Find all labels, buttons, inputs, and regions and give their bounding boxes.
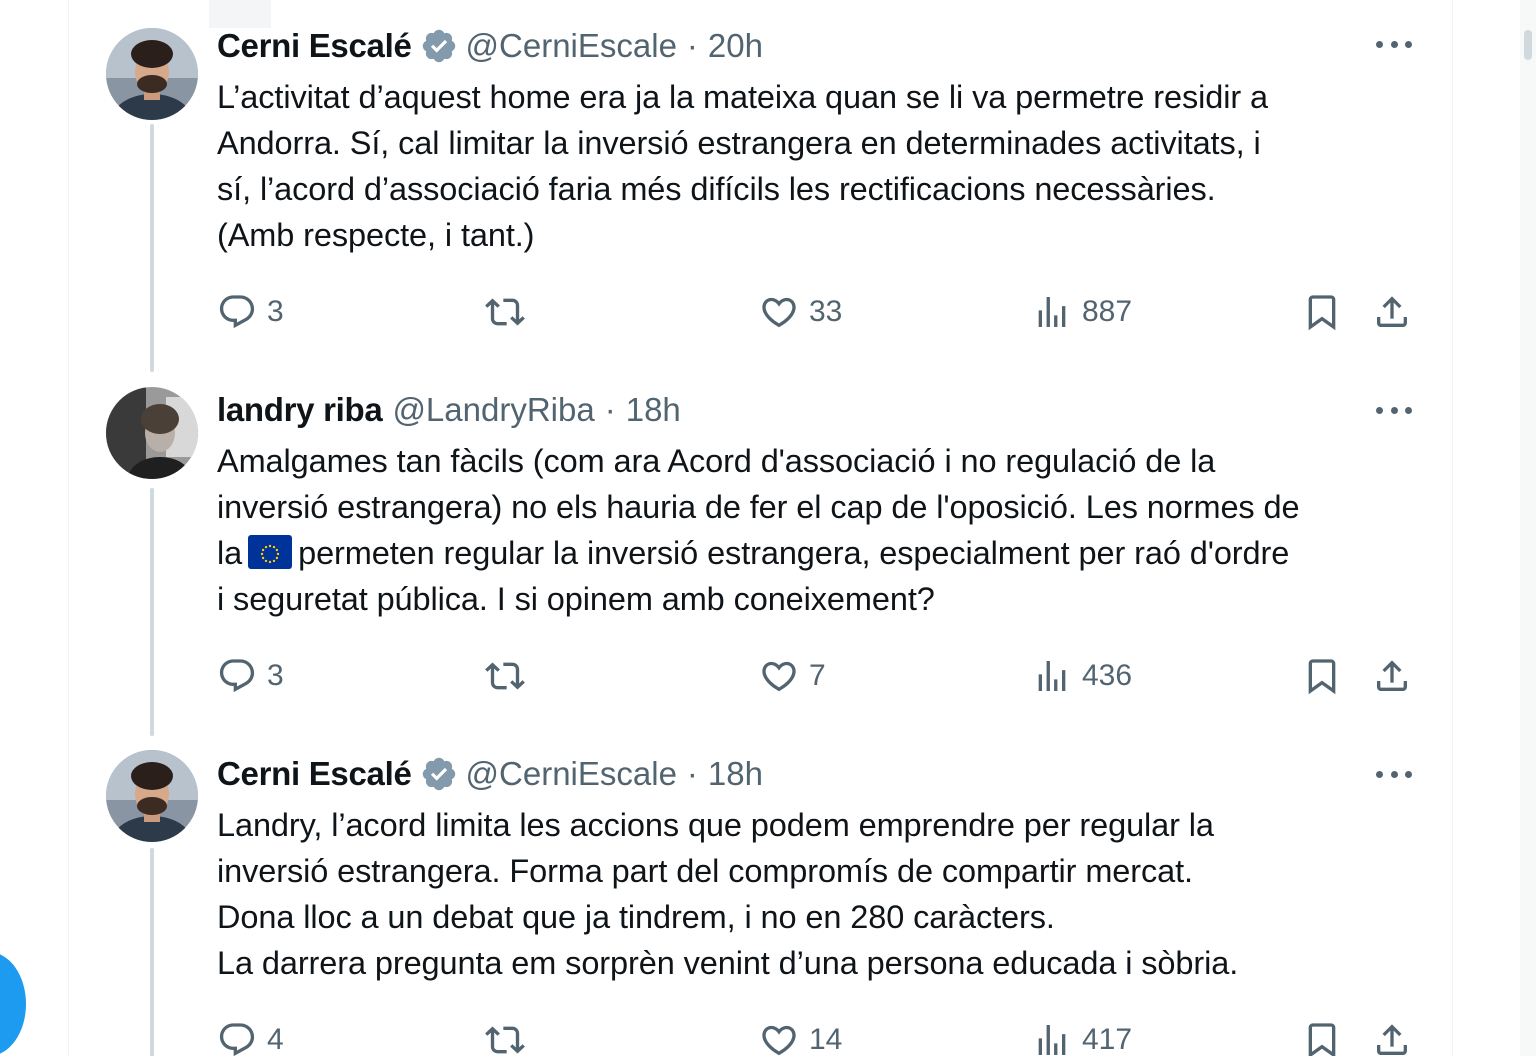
like-button[interactable]: 33: [759, 290, 842, 334]
tweet-header: landry riba @LandryRiba · 18h: [217, 390, 681, 430]
share-button[interactable]: [1372, 654, 1412, 698]
bookmark-icon: [1308, 1023, 1336, 1056]
views-count: 417: [1082, 1023, 1133, 1056]
scrollbar-thumb[interactable]: [1524, 30, 1532, 60]
share-button[interactable]: [1372, 1018, 1412, 1056]
reply-count: 4: [267, 1023, 284, 1056]
separator-dot: ·: [686, 755, 698, 792]
share-button[interactable]: [1372, 290, 1412, 334]
separator-dot: ·: [604, 391, 616, 428]
reply-icon: [219, 1023, 255, 1056]
bookmark-icon: [1308, 659, 1336, 695]
like-button[interactable]: 7: [759, 654, 826, 698]
reply-icon: [219, 659, 255, 693]
views-icon: [1038, 661, 1066, 691]
like-count: 33: [809, 295, 843, 328]
tweet-text: Amalgames tan fàcils (com ara Acord d'as…: [217, 438, 1417, 622]
retweet-button[interactable]: [485, 654, 525, 698]
tweet-line: sí, l’acord d’associació faria més difíc…: [217, 171, 1216, 207]
handle[interactable]: @CerniEscale: [466, 27, 677, 65]
tweet-line: Andorra. Sí, cal limitar la inversió est…: [217, 125, 1261, 161]
more-icon[interactable]: [1376, 38, 1412, 50]
retweet-icon: [485, 1026, 525, 1054]
tweet-line: i seguretat pública. I si opinem amb con…: [217, 581, 935, 617]
handle[interactable]: @LandryRiba: [392, 391, 594, 429]
tweet-header: Cerni Escalé @CerniEscale · 20h: [217, 26, 763, 66]
more-icon[interactable]: [1376, 404, 1412, 416]
views-button[interactable]: 436: [1032, 654, 1132, 698]
reply-count: 3: [267, 295, 284, 328]
bookmark-icon: [1308, 295, 1336, 331]
bookmark-button[interactable]: [1302, 654, 1342, 698]
views-icon: [1038, 1025, 1066, 1055]
eu-flag-icon: [248, 535, 293, 569]
tweet[interactable]: Cerni Escalé @CerniEscale · 18h Landry, …: [69, 728, 1454, 1056]
action-bar: 4 14 417: [217, 1018, 1412, 1056]
display-name[interactable]: Cerni Escalé: [217, 27, 412, 65]
share-icon: [1377, 296, 1407, 327]
compose-fab-button[interactable]: [0, 952, 26, 1056]
scrollbar[interactable]: [1520, 0, 1536, 1056]
tweet[interactable]: Cerni Escalé @CerniEscale · 20h L’activi…: [69, 0, 1454, 372]
timestamp[interactable]: 18h: [626, 391, 681, 429]
views-icon: [1038, 297, 1066, 327]
tweet-text-fragment: la: [217, 535, 243, 571]
reply-icon: [219, 295, 255, 329]
tweet-line: La darrera pregunta em sorprèn venint d’…: [217, 945, 1239, 981]
retweet-icon: [485, 298, 525, 326]
thread-line: [150, 488, 154, 736]
reply-button[interactable]: 3: [217, 654, 284, 698]
tweet-line: Dona lloc a un debat que ja tindrem, i n…: [217, 899, 1055, 935]
timestamp[interactable]: 20h: [708, 27, 763, 65]
separator-dot: ·: [686, 27, 698, 64]
share-icon: [1377, 660, 1407, 691]
retweet-button[interactable]: [485, 1018, 525, 1056]
tweet-line: inversió estrangera) no els hauria de fe…: [217, 489, 1300, 525]
bookmark-button[interactable]: [1302, 290, 1342, 334]
tweet-text: L’activitat d’aquest home era ja la mate…: [217, 74, 1417, 258]
like-icon: [762, 661, 796, 692]
tweet-line: L’activitat d’aquest home era ja la mate…: [217, 79, 1268, 115]
handle[interactable]: @CerniEscale: [466, 755, 677, 793]
views-count: 436: [1082, 659, 1133, 692]
tweet-line: (Amb respecte, i tant.): [217, 217, 535, 253]
like-icon: [762, 297, 796, 328]
avatar[interactable]: [106, 28, 198, 120]
views-button[interactable]: 417: [1032, 1018, 1132, 1056]
reply-count: 3: [267, 659, 284, 692]
timestamp[interactable]: 18h: [708, 755, 763, 793]
display-name[interactable]: Cerni Escalé: [217, 755, 412, 793]
timeline: Cerni Escalé @CerniEscale · 20h L’activi…: [68, 0, 1453, 1056]
like-count: 7: [809, 659, 826, 692]
tweet-text-fragment: permeten regular la inversió estrangera,…: [298, 535, 1290, 571]
reply-button[interactable]: 4: [217, 1018, 284, 1056]
avatar[interactable]: [106, 750, 198, 842]
retweet-icon: [485, 662, 525, 690]
action-bar: 3 33 887: [217, 290, 1412, 334]
thread-line: [150, 124, 154, 372]
like-icon: [762, 1025, 796, 1056]
bookmark-button[interactable]: [1302, 1018, 1342, 1056]
thread-line: [150, 848, 154, 1056]
tweet-text: Landry, l’acord limita les accions que p…: [217, 802, 1417, 986]
tweet-header: Cerni Escalé @CerniEscale · 18h: [217, 754, 763, 794]
more-icon[interactable]: [1376, 768, 1412, 780]
avatar[interactable]: [106, 387, 198, 479]
verified-badge-icon: [422, 757, 455, 791]
share-icon: [1377, 1024, 1407, 1055]
action-bar: 3 7 436: [217, 654, 1412, 698]
verified-badge-icon: [422, 29, 455, 63]
display-name[interactable]: landry riba: [217, 391, 383, 429]
like-count: 14: [809, 1023, 843, 1056]
tweet[interactable]: landry riba @LandryRiba · 18h Amalgames …: [69, 364, 1454, 736]
reply-button[interactable]: 3: [217, 290, 284, 334]
views-button[interactable]: 887: [1032, 290, 1132, 334]
tweet-line: Landry, l’acord limita les accions que p…: [217, 807, 1214, 843]
tweet-line: la permeten regular la inversió estranger…: [217, 530, 1417, 576]
like-button[interactable]: 14: [759, 1018, 842, 1056]
tweet-line: Amalgames tan fàcils (com ara Acord d'as…: [217, 443, 1216, 479]
tweet-line: inversió estrangera. Forma part del comp…: [217, 853, 1193, 889]
retweet-button[interactable]: [485, 290, 525, 334]
views-count: 887: [1082, 295, 1133, 328]
